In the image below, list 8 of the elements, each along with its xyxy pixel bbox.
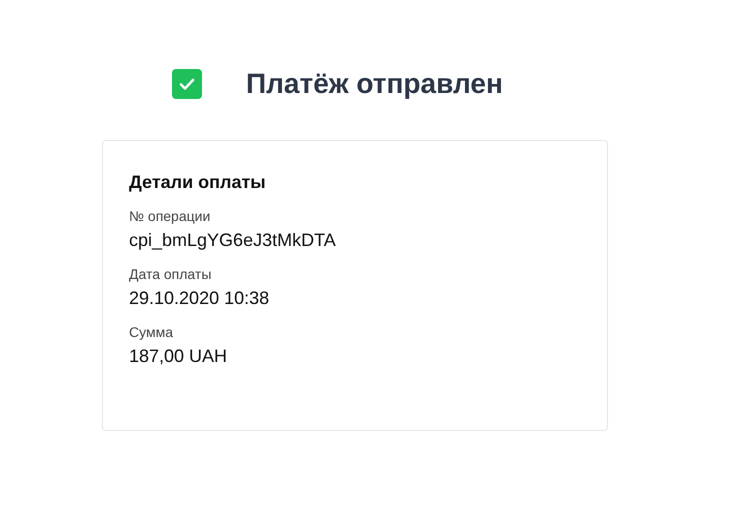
card-title: Детали оплаты [129, 171, 267, 193]
field-label: № операции [129, 207, 210, 225]
field-value: 29.10.2020 10:38 [129, 287, 270, 309]
status-title: Платёж отправлен [246, 68, 503, 100]
field-value: 187,00 UAH [129, 345, 228, 367]
field-value: cpi_bmLgYG6eJ3tMkDTA [129, 229, 336, 251]
field-label: Сумма [129, 323, 173, 341]
field-label: Дата оплаты [129, 265, 212, 283]
